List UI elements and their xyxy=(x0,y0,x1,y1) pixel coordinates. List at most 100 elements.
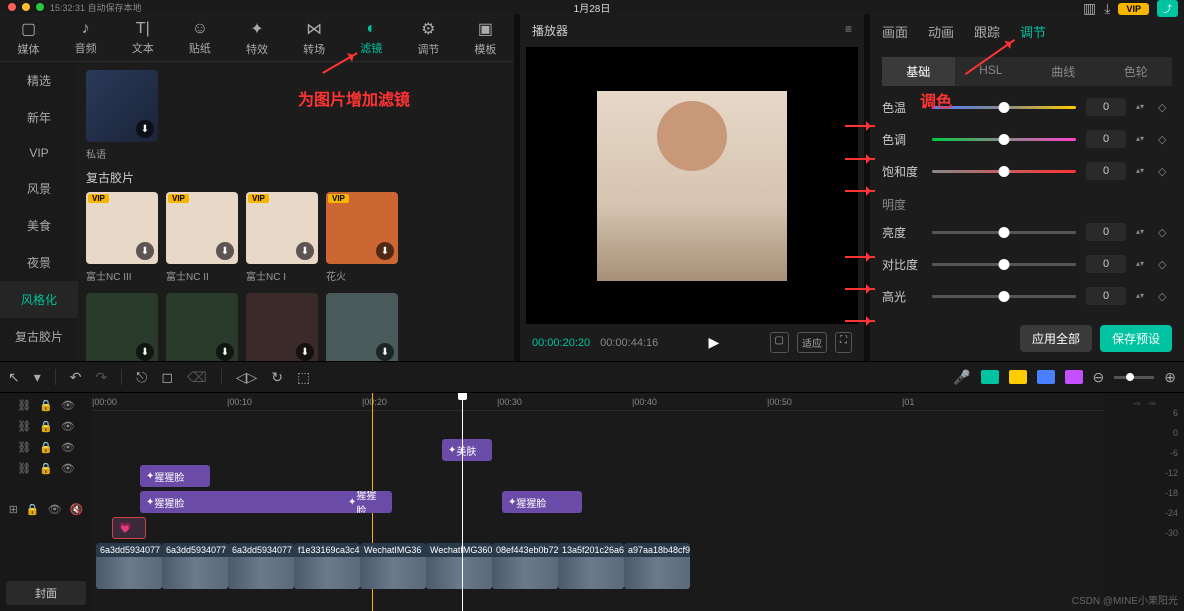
lock-icon[interactable]: 🔒 xyxy=(39,399,53,412)
video-clip[interactable]: WechatIMG360 xyxy=(426,543,492,589)
track-color-yellow[interactable] xyxy=(1009,370,1027,384)
filter-富士NC I[interactable]: VIP⬇富士NC I xyxy=(246,192,318,283)
category-影视级[interactable]: 影视级 xyxy=(0,355,78,361)
slider-value-高光[interactable]: 0 xyxy=(1086,287,1126,305)
reset-icon[interactable]: ◇ xyxy=(1158,133,1172,146)
slider-value-亮度[interactable]: 0 xyxy=(1086,223,1126,241)
mic-icon[interactable]: 🎤 xyxy=(953,369,970,386)
subtab-曲线[interactable]: 曲线 xyxy=(1027,57,1100,86)
filter-富士NC II[interactable]: VIP⬇富士NC II xyxy=(166,192,238,283)
slider-value-色调[interactable]: 0 xyxy=(1086,130,1126,148)
category-复古胶片[interactable]: 复古胶片 xyxy=(0,318,78,355)
delete-icon[interactable]: ⌫ xyxy=(187,369,207,386)
stepper-icon[interactable]: ▴▾ xyxy=(1136,229,1148,235)
link-icon[interactable]: ⛓ xyxy=(17,399,31,412)
mirror-icon[interactable]: ◁▷ xyxy=(236,369,258,386)
filter-冷叙[interactable]: ⬇冷叙 xyxy=(326,293,398,361)
subtab-色轮[interactable]: 色轮 xyxy=(1100,57,1173,86)
filter-富士NC III[interactable]: VIP⬇富士NC III xyxy=(86,192,158,283)
layout-icon[interactable]: ▥ xyxy=(1083,0,1096,17)
mute-icon[interactable]: 🔇 xyxy=(70,503,84,516)
fullscreen-icon[interactable]: ⛶ xyxy=(835,332,852,353)
lock-icon[interactable]: 🔒 xyxy=(26,503,40,516)
effect-clip-beauty[interactable]: ✦ 美肤 xyxy=(442,439,492,461)
tool-tab-音频[interactable]: ♪音频 xyxy=(57,14,114,61)
tool-tab-转场[interactable]: ⋈转场 xyxy=(286,14,343,61)
sticker-clip[interactable]: 💗 xyxy=(112,517,146,539)
effect-clip-face[interactable]: ✦ 猩猩脸 xyxy=(342,491,392,513)
tool-tab-模板[interactable]: ▣模板 xyxy=(457,14,514,61)
slider-value-饱和度[interactable]: 0 xyxy=(1086,162,1126,180)
redo-icon[interactable]: ↷ xyxy=(96,369,108,386)
filter-贝松绿[interactable]: ⬇贝松绿 xyxy=(166,293,238,361)
play-button[interactable]: ▶ xyxy=(709,334,720,351)
lock-icon[interactable]: 🔒 xyxy=(39,441,53,454)
tool-tab-调节[interactable]: ⚙调节 xyxy=(400,14,457,61)
share-button[interactable]: ⤴ xyxy=(1157,0,1178,17)
eye-icon[interactable]: 👁 xyxy=(61,420,75,433)
slider-色调[interactable] xyxy=(932,138,1076,141)
reset-icon[interactable]: ◇ xyxy=(1158,258,1172,271)
slider-亮度[interactable] xyxy=(932,231,1076,234)
video-clip[interactable]: 6a3dd5934077 xyxy=(162,543,228,589)
select-tool-icon[interactable]: ↖ xyxy=(8,369,20,386)
video-clip[interactable]: WechatIMG36 xyxy=(360,543,426,589)
stepper-icon[interactable]: ▴▾ xyxy=(1136,136,1148,142)
video-clip[interactable]: 6a3dd5934077 xyxy=(96,543,162,589)
tool-tab-贴纸[interactable]: ☺贴纸 xyxy=(171,14,228,61)
zoom-in-icon[interactable]: ⊕ xyxy=(1164,369,1176,386)
track-color-purple[interactable] xyxy=(1065,370,1083,384)
lock-icon[interactable]: 🔒 xyxy=(39,420,53,433)
slider-色温[interactable] xyxy=(932,106,1076,109)
playhead[interactable] xyxy=(462,393,463,611)
category-新年[interactable]: 新年 xyxy=(0,99,78,136)
panel-tab-调节[interactable]: 调节 xyxy=(1020,22,1046,41)
panel-tab-跟踪[interactable]: 跟踪 xyxy=(974,22,1000,41)
video-clip[interactable]: 08ef443eb0b72 xyxy=(492,543,558,589)
eye-icon[interactable]: 👁 xyxy=(61,462,75,475)
stepper-icon[interactable]: ▴▾ xyxy=(1136,104,1148,110)
slider-对比度[interactable] xyxy=(932,263,1076,266)
reset-icon[interactable]: ◇ xyxy=(1158,226,1172,239)
effect-clip-face[interactable]: ✦ 猩猩脸 xyxy=(502,491,582,513)
export-icon[interactable]: ⤓ xyxy=(1104,0,1110,17)
reset-icon[interactable]: ◇ xyxy=(1158,165,1172,178)
subtab-基础[interactable]: 基础 xyxy=(882,57,955,86)
filter-花火[interactable]: VIP⬇花火 xyxy=(326,192,398,283)
category-精选[interactable]: 精选 xyxy=(0,62,78,99)
crop-tool-icon[interactable]: ◻ xyxy=(161,369,173,386)
vip-badge[interactable]: VIP xyxy=(1118,3,1149,15)
stepper-icon[interactable]: ▴▾ xyxy=(1136,168,1148,174)
panel-tab-画面[interactable]: 画面 xyxy=(882,22,908,41)
tool-tab-特效[interactable]: ✦特效 xyxy=(228,14,285,61)
rotate-icon[interactable]: ↻ xyxy=(271,369,283,386)
link-icon[interactable]: ⛓ xyxy=(17,462,31,475)
stepper-icon[interactable]: ▴▾ xyxy=(1136,293,1148,299)
undo-icon[interactable]: ↶ xyxy=(70,369,82,386)
video-clip[interactable]: 6a3dd5934077 xyxy=(228,543,294,589)
video-clip[interactable]: a97aa18b48cf9 xyxy=(624,543,690,589)
slider-value-色温[interactable]: 0 xyxy=(1086,98,1126,116)
eye-icon[interactable]: 👁 xyxy=(61,441,75,454)
effect-clip-face[interactable]: ✦ 猩猩脸 xyxy=(140,491,370,513)
private-filter-thumb[interactable]: ⬇ xyxy=(86,70,158,142)
filter-姜饼红[interactable]: ⬇姜饼红 xyxy=(246,293,318,361)
save-preset-button[interactable]: 保存预设 xyxy=(1100,325,1172,352)
track-color-cyan[interactable] xyxy=(981,370,999,384)
crop2-icon[interactable]: ⬚ xyxy=(297,369,310,386)
category-VIP[interactable]: VIP xyxy=(0,136,78,170)
video-clip[interactable]: 13a5f201c26a6 xyxy=(558,543,624,589)
category-夜景[interactable]: 夜景 xyxy=(0,244,78,281)
player-menu-icon[interactable]: ≡ xyxy=(845,22,852,39)
stepper-icon[interactable]: ▴▾ xyxy=(1136,261,1148,267)
eye-icon[interactable]: 👁 xyxy=(61,399,75,412)
slider-饱和度[interactable] xyxy=(932,170,1076,173)
crop-icon[interactable]: ▢ xyxy=(770,332,789,353)
video-preview[interactable] xyxy=(526,47,858,324)
slider-高光[interactable] xyxy=(932,295,1076,298)
fit-button[interactable]: 适应 xyxy=(797,332,827,353)
tool-tab-媒体[interactable]: ▢媒体 xyxy=(0,14,57,61)
video-clip[interactable]: f1e33169ca3c4 xyxy=(294,543,360,589)
slider-value-对比度[interactable]: 0 xyxy=(1086,255,1126,273)
tool-tab-文本[interactable]: T|文本 xyxy=(114,14,171,61)
